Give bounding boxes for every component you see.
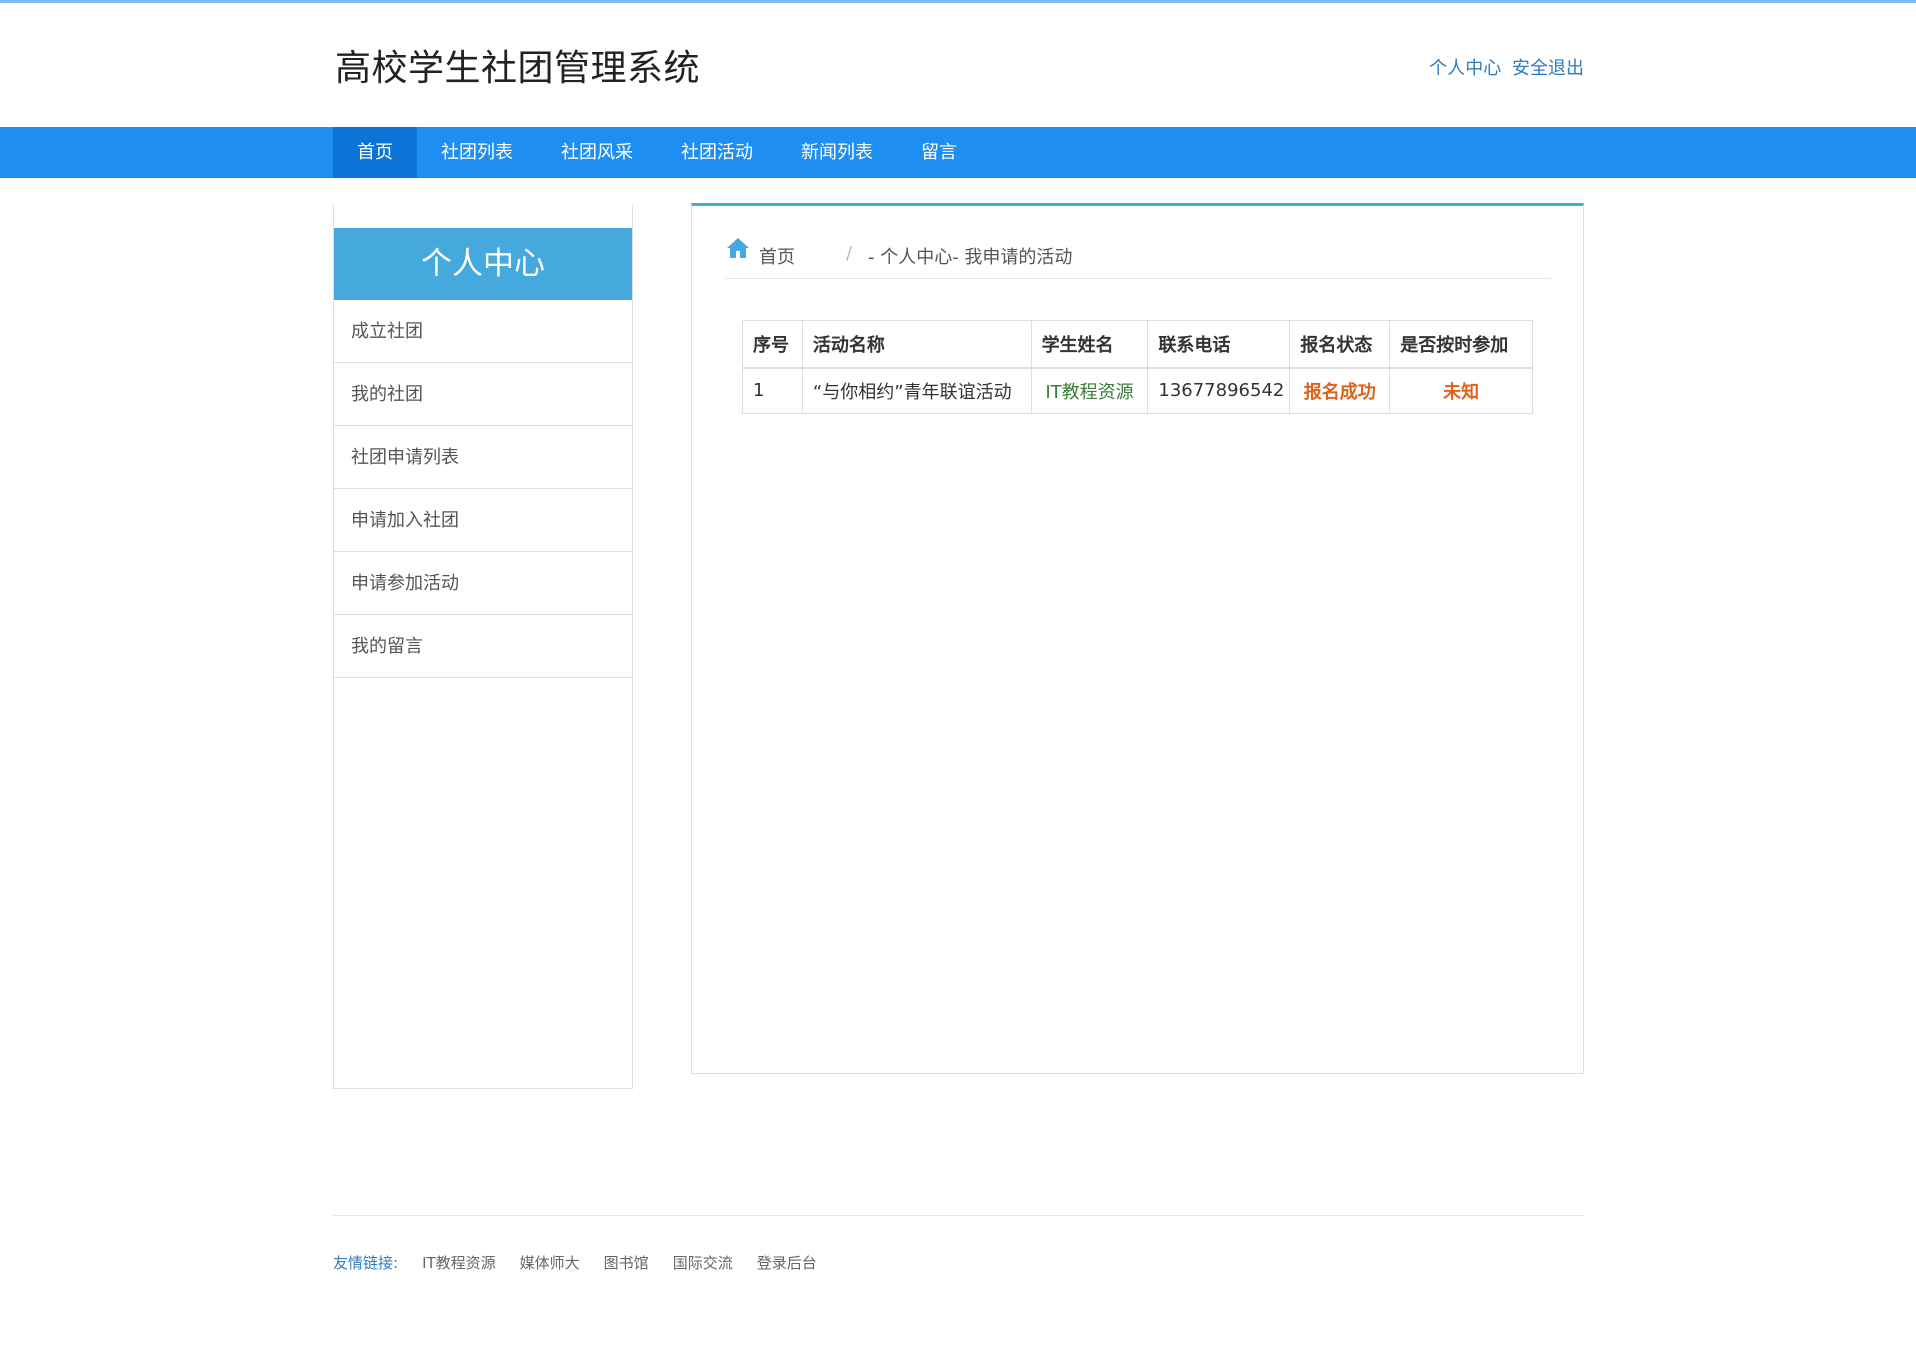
cell-status: 报名成功 — [1289, 367, 1391, 414]
logout-link[interactable]: 安全退出 — [1512, 58, 1584, 79]
sidebar-item-my-messages[interactable]: 我的留言 — [334, 615, 632, 678]
nav-item-club-showcase[interactable]: 社团风采 — [537, 127, 657, 178]
home-icon[interactable] — [725, 235, 751, 261]
breadcrumb-separator: / — [846, 243, 853, 264]
footer-link-it-tutorials[interactable]: IT教程资源 — [422, 1252, 496, 1273]
sidebar-item-join-club[interactable]: 申请加入社团 — [334, 489, 632, 552]
user-links: 个人中心 安全退出 — [1429, 54, 1584, 80]
footer-links-label: 友情链接: — [333, 1254, 399, 1272]
column-header-status: 报名状态 — [1289, 320, 1391, 369]
footer-link-international[interactable]: 国际交流 — [673, 1252, 733, 1273]
cell-attended: 未知 — [1389, 367, 1533, 414]
footer-link-media[interactable]: 媒体师大 — [520, 1252, 580, 1273]
cell-phone: 13677896542 — [1147, 367, 1291, 414]
user-center-link[interactable]: 个人中心 — [1429, 58, 1501, 79]
site-title: 高校学生社团管理系统 — [335, 48, 701, 89]
activity-table: 序号 活动名称 学生姓名 联系电话 报名状态 是否按时参加 1 “与你相约”青年… — [742, 320, 1533, 414]
sidebar: 个人中心 成立社团 我的社团 社团申请列表 申请加入社团 申请参加活动 我的留言 — [333, 205, 633, 1089]
footer-links: 友情链接: IT教程资源 媒体师大 图书馆 国际交流 登录后台 — [333, 1252, 841, 1273]
main-panel: 首页 / - 个人中心- 我申请的活动 序号 活动名称 学生姓名 联系电话 报名… — [691, 203, 1584, 1074]
sidebar-title: 个人中心 — [334, 228, 632, 300]
sidebar-item-my-clubs[interactable]: 我的社团 — [334, 363, 632, 426]
column-header-phone: 联系电话 — [1147, 320, 1291, 369]
sidebar-item-club-applications[interactable]: 社团申请列表 — [334, 426, 632, 489]
nav-item-news-list[interactable]: 新闻列表 — [777, 127, 897, 178]
nav-items: 首页 社团列表 社团风采 社团活动 新闻列表 留言 — [333, 127, 981, 178]
table-row: 1 “与你相约”青年联谊活动 IT教程资源 13677896542 报名成功 未… — [742, 367, 1533, 414]
footer-link-admin-login[interactable]: 登录后台 — [757, 1252, 817, 1273]
sidebar-item-create-club[interactable]: 成立社团 — [334, 300, 632, 363]
table-header-row: 序号 活动名称 学生姓名 联系电话 报名状态 是否按时参加 — [742, 320, 1533, 369]
column-header-attended: 是否按时参加 — [1389, 320, 1533, 369]
column-header-activity: 活动名称 — [801, 320, 1032, 369]
nav-item-messages[interactable]: 留言 — [897, 127, 981, 178]
sidebar-menu: 成立社团 我的社团 社团申请列表 申请加入社团 申请参加活动 我的留言 — [334, 300, 632, 678]
cell-student: IT教程资源 — [1030, 367, 1149, 414]
breadcrumb-home-link[interactable]: 首页 — [759, 243, 795, 269]
footer-link-library[interactable]: 图书馆 — [604, 1252, 649, 1273]
nav-item-club-activities[interactable]: 社团活动 — [657, 127, 777, 178]
column-header-student: 学生姓名 — [1030, 320, 1149, 369]
footer-divider — [333, 1215, 1584, 1216]
breadcrumb-current: - 个人中心- 我申请的活动 — [868, 247, 1073, 268]
site-header: 高校学生社团管理系统 个人中心 安全退出 — [0, 3, 1916, 127]
breadcrumb: 首页 / - 个人中心- 我申请的活动 — [725, 235, 1551, 279]
column-header-index: 序号 — [742, 320, 803, 369]
nav-item-home[interactable]: 首页 — [333, 127, 417, 178]
nav-item-club-list[interactable]: 社团列表 — [417, 127, 537, 178]
main-nav: 首页 社团列表 社团风采 社团活动 新闻列表 留言 — [0, 127, 1916, 178]
sidebar-item-join-activity[interactable]: 申请参加活动 — [334, 552, 632, 615]
cell-activity: “与你相约”青年联谊活动 — [801, 367, 1032, 414]
cell-index: 1 — [742, 367, 803, 414]
